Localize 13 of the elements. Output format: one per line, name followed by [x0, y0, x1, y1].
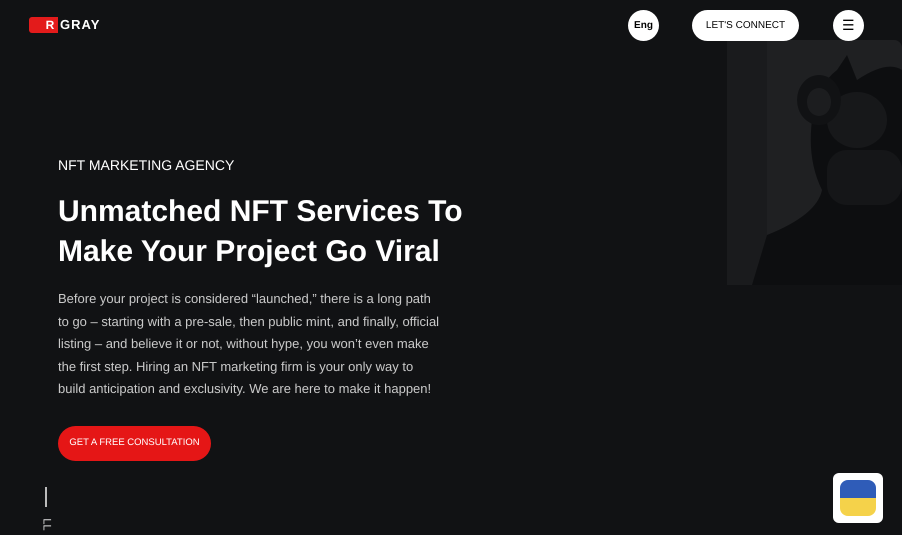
eyebrow-text: NFT MARKETING AGENCY: [58, 156, 236, 174]
scroll-line: [45, 487, 48, 507]
hero-description: Before your project is considered “launched,” there is a long path to go – starting with a pre-sale, then public mint, and finally, official listing – and believe it or not, without hype, you won’t even make the first step. Hiring an NFT marketing firm is your only way to build anticipation and exclusivity. We are here to make it happen!: [58, 290, 440, 398]
logo-text: GRAY: [60, 16, 100, 34]
logo-mark: R: [29, 17, 58, 33]
scroll-hint: LL: [40, 518, 52, 531]
hero-title: Unmatched NFT Services To Make Your Project Go Viral: [58, 194, 464, 270]
language-button[interactable]: Eng: [628, 10, 659, 40]
connect-button[interactable]: LET'S CONNECT: [692, 10, 799, 40]
menu-button[interactable]: ☰: [833, 10, 864, 40]
consultation-button[interactable]: GET A FREE CONSULTATION: [58, 426, 211, 460]
flag-icon: [840, 480, 876, 516]
flag-button[interactable]: [833, 473, 883, 523]
